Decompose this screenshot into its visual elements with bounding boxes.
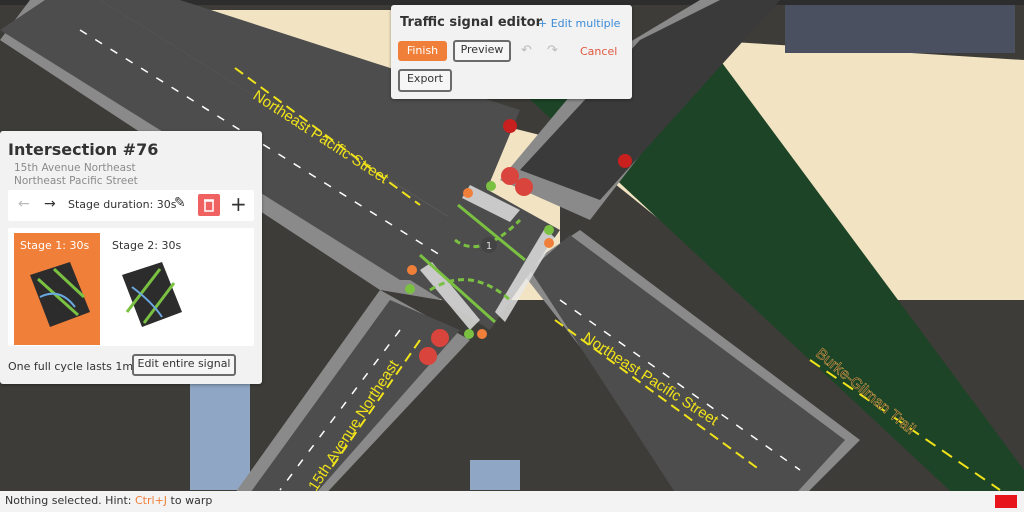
- building: [470, 460, 520, 490]
- finish-button[interactable]: Finish: [398, 41, 447, 61]
- next-stage-icon[interactable]: →: [44, 196, 56, 212]
- street-name: Northeast Pacific Street: [14, 175, 138, 187]
- hotkey: Ctrl+J: [135, 494, 168, 507]
- edit-entire-signal-button[interactable]: Edit entire signal: [132, 354, 236, 376]
- building: [785, 5, 1015, 53]
- stage-card[interactable]: Stage 1: 30s: [14, 233, 100, 345]
- stage-label: Stage 1: 30s: [20, 239, 90, 252]
- status-indicator: [995, 495, 1017, 508]
- street-name: 15th Avenue Northeast: [14, 162, 136, 174]
- add-stage-icon[interactable]: +: [230, 192, 247, 216]
- signal-editor-panel: Traffic signal editor + Edit multiple Fi…: [391, 5, 632, 99]
- status-hint: Nothing selected. Hint: Ctrl+J to warp: [5, 494, 213, 507]
- status-bar: Nothing selected. Hint: Ctrl+J to warp: [0, 491, 1024, 512]
- stage-card[interactable]: Stage 2: 30s: [106, 233, 192, 345]
- delete-stage-button[interactable]: [198, 194, 220, 216]
- undo-icon[interactable]: ↶: [521, 43, 532, 58]
- cycle-length: One full cycle lasts 1min: [8, 360, 144, 373]
- prev-stage-icon[interactable]: ←: [18, 196, 30, 212]
- stage-thumbnail: [30, 262, 90, 327]
- stage-label: Stage 2: 30s: [112, 239, 182, 252]
- edit-multiple-link[interactable]: + Edit multiple: [538, 17, 620, 30]
- redo-icon[interactable]: ↷: [547, 43, 558, 58]
- preview-button[interactable]: Preview: [453, 40, 511, 62]
- cancel-button[interactable]: Cancel: [580, 45, 617, 58]
- stage-list: Stage 1: 30s Stage 2: 30s: [8, 228, 254, 346]
- intersection-marker-label: 1: [486, 241, 492, 252]
- stage-toolbar: ← → Stage duration: 30s ✎ +: [8, 190, 254, 221]
- intersection-title: Intersection #76: [8, 140, 159, 159]
- edit-icon[interactable]: ✎: [174, 195, 186, 211]
- trash-icon: [204, 199, 214, 212]
- intersection-panel: Intersection #76 15th Avenue Northeast N…: [0, 131, 262, 384]
- stage-duration: Stage duration: 30s: [68, 198, 177, 211]
- editor-title: Traffic signal editor: [400, 15, 542, 30]
- stage-thumbnail: [122, 262, 182, 327]
- export-button[interactable]: Export: [398, 69, 452, 92]
